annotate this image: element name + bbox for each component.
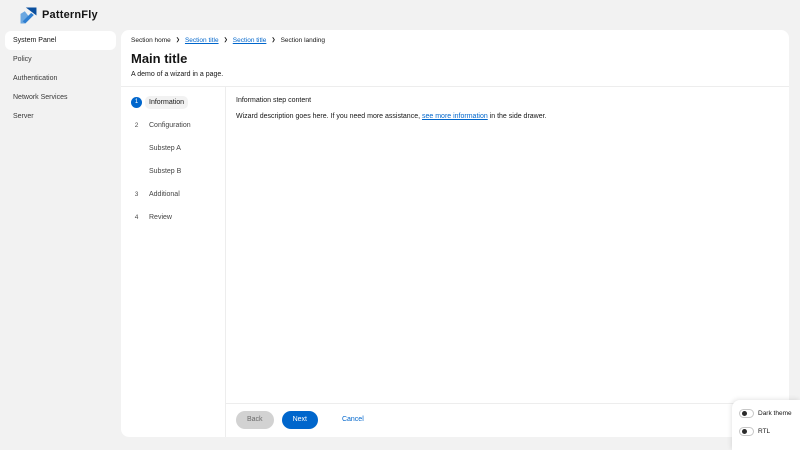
step-number-badge: 3 bbox=[131, 189, 142, 200]
step-label: Configuration bbox=[145, 119, 195, 132]
dark-theme-toggle-row: Dark theme bbox=[739, 409, 800, 418]
step-content-description: Wizard description goes here. If you nee… bbox=[236, 113, 779, 120]
switch-knob-icon bbox=[742, 429, 747, 434]
wizard-step-configuration[interactable]: 2 Configuration bbox=[121, 114, 225, 137]
wizard-substep-a[interactable]: Substep A bbox=[121, 137, 225, 160]
step-label: Information bbox=[145, 96, 188, 109]
step-number-badge: 4 bbox=[131, 212, 142, 223]
step-label: Substep A bbox=[145, 142, 185, 155]
sidebar-item-authentication[interactable]: Authentication bbox=[5, 69, 116, 88]
sidebar-item-server[interactable]: Server bbox=[5, 107, 116, 126]
next-button[interactable]: Next bbox=[282, 411, 318, 429]
patternfly-logo-icon bbox=[20, 7, 37, 24]
rtl-switch[interactable] bbox=[739, 427, 754, 436]
dark-theme-label: Dark theme bbox=[758, 410, 792, 417]
step-content-heading: Information step content bbox=[236, 97, 779, 104]
page: { "masthead": { "brand": "PatternFly" },… bbox=[0, 0, 800, 450]
cancel-button[interactable]: Cancel bbox=[334, 411, 372, 429]
wizard-nav: 1 Information 2 Configuration Substep A … bbox=[121, 87, 226, 437]
sidebar-item-policy[interactable]: Policy bbox=[5, 50, 116, 69]
see-more-information-link[interactable]: see more information bbox=[422, 113, 488, 120]
step-number-badge bbox=[131, 143, 142, 154]
brand-name: PatternFly bbox=[42, 9, 98, 21]
chevron-right-icon: ❯ bbox=[271, 38, 275, 43]
sidebar: System Panel Policy Authentication Netwo… bbox=[0, 30, 121, 126]
description-text-before: Wizard description goes here. If you nee… bbox=[236, 113, 422, 120]
wizard-step-additional[interactable]: 3 Additional bbox=[121, 183, 225, 206]
chevron-right-icon: ❯ bbox=[176, 38, 180, 43]
step-number-badge: 1 bbox=[131, 97, 142, 108]
description-text-after: in the side drawer. bbox=[488, 113, 547, 120]
page-header: Section home ❯ Section title ❯ Section t… bbox=[121, 30, 789, 86]
sidebar-item-network-services[interactable]: Network Services bbox=[5, 88, 116, 107]
wizard-step-information[interactable]: 1 Information bbox=[121, 91, 225, 114]
page-subtitle: A demo of a wizard in a page. bbox=[131, 71, 779, 78]
step-number-badge: 2 bbox=[131, 120, 142, 131]
breadcrumb: Section home ❯ Section title ❯ Section t… bbox=[131, 37, 779, 44]
breadcrumb-link-section-title-2[interactable]: Section title bbox=[233, 37, 267, 44]
back-button[interactable]: Back bbox=[236, 411, 274, 429]
rtl-toggle-row: RTL bbox=[739, 427, 800, 436]
sidebar-item-system-panel[interactable]: System Panel bbox=[5, 31, 116, 50]
chevron-right-icon: ❯ bbox=[224, 38, 228, 43]
wizard: 1 Information 2 Configuration Substep A … bbox=[121, 86, 789, 437]
wizard-substep-b[interactable]: Substep B bbox=[121, 160, 225, 183]
breadcrumb-item-section-home[interactable]: Section home bbox=[131, 37, 171, 44]
theme-settings-panel: Dark theme RTL bbox=[732, 400, 800, 450]
main-content-card: Section home ❯ Section title ❯ Section t… bbox=[121, 30, 789, 437]
wizard-step-content: Information step content Wizard descript… bbox=[226, 87, 789, 403]
dark-theme-switch[interactable] bbox=[739, 409, 754, 418]
masthead: PatternFly bbox=[0, 0, 800, 30]
wizard-step-review[interactable]: 4 Review bbox=[121, 206, 225, 229]
breadcrumb-item-current: Section landing bbox=[281, 37, 325, 44]
wizard-footer: Back Next Cancel bbox=[226, 403, 789, 437]
switch-knob-icon bbox=[742, 411, 747, 416]
wizard-main: Information step content Wizard descript… bbox=[226, 87, 789, 437]
step-label: Additional bbox=[145, 188, 184, 201]
step-label: Review bbox=[145, 211, 176, 224]
brand[interactable]: PatternFly bbox=[20, 7, 98, 24]
breadcrumb-link-section-title-1[interactable]: Section title bbox=[185, 37, 219, 44]
rtl-label: RTL bbox=[758, 428, 770, 435]
step-label: Substep B bbox=[145, 165, 185, 178]
page-title: Main title bbox=[131, 51, 779, 66]
step-number-badge bbox=[131, 166, 142, 177]
